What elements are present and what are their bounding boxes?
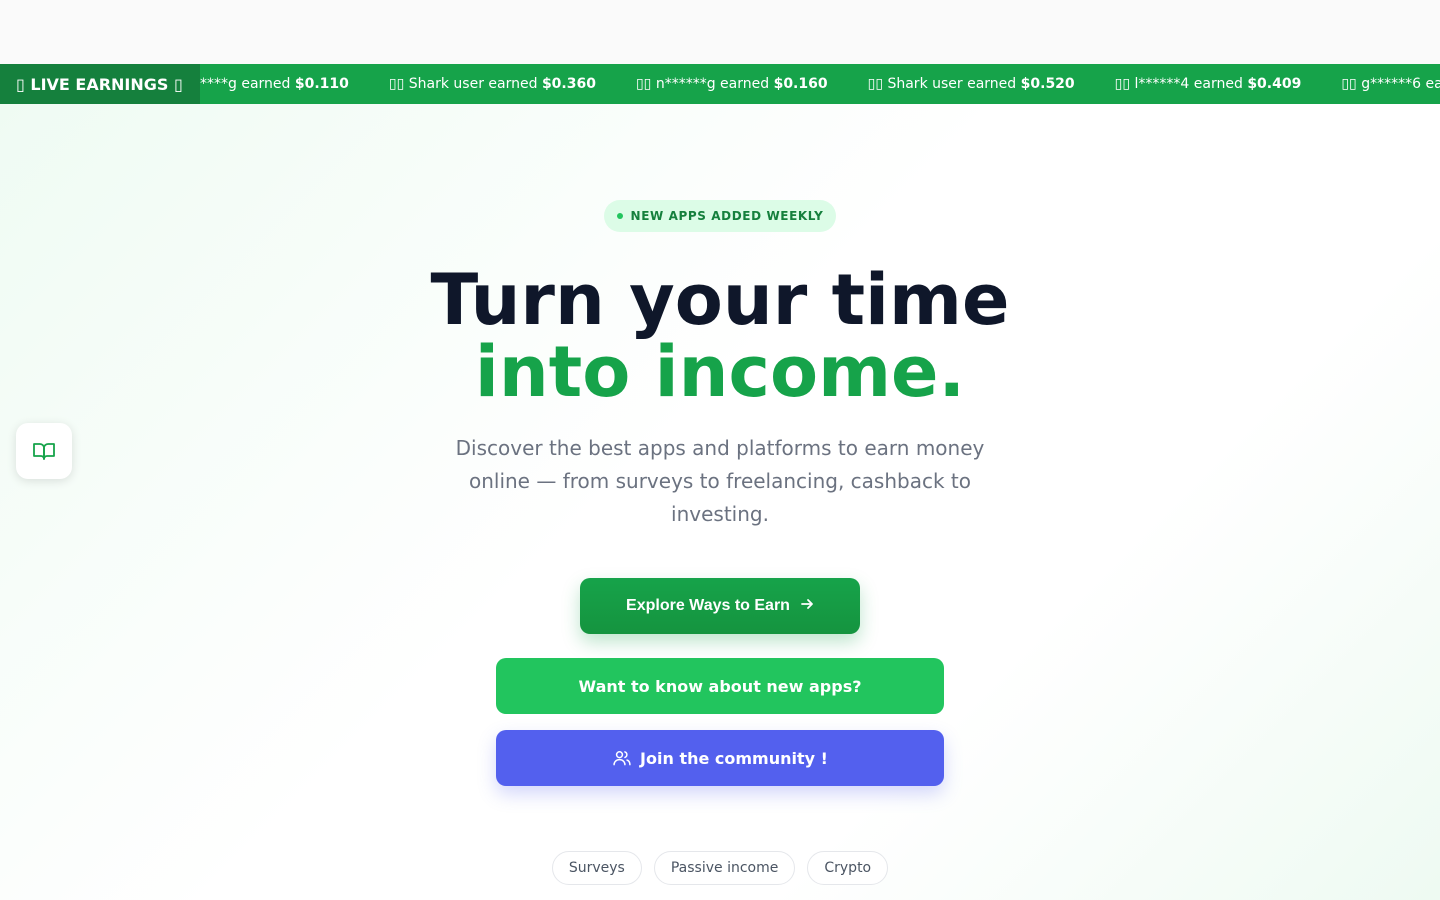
book-open-icon bbox=[33, 443, 55, 460]
live-earnings-ticker: ▯ LIVE EARNINGS ▯ ****g earned $0.110 ▯▯… bbox=[0, 64, 1440, 104]
new-apps-button[interactable]: Want to know about new apps? bbox=[496, 658, 944, 714]
hero-title-line2: into income. bbox=[474, 331, 966, 413]
ticker-item: ▯▯ n******g earned $0.160 bbox=[635, 76, 828, 92]
top-bar bbox=[0, 0, 1440, 64]
hero-section: NEW APPS ADDED WEEKLY Turn your time int… bbox=[0, 104, 1440, 900]
hero-title-line1: Turn your time bbox=[430, 259, 1010, 341]
status-dot-icon bbox=[616, 213, 623, 219]
arrow-right-icon bbox=[800, 597, 814, 616]
ticker-track: ****g earned $0.110 ▯▯ Shark user earned… bbox=[200, 64, 1440, 104]
community-button-label: Join the community ! bbox=[640, 748, 828, 768]
chip-crypto[interactable]: Crypto bbox=[807, 851, 889, 885]
category-chips: Surveys Passive income Crypto bbox=[0, 851, 1440, 885]
chip-surveys[interactable]: Surveys bbox=[551, 851, 642, 885]
users-icon bbox=[613, 751, 631, 766]
ticker-item: ▯▯ g******6 earned bbox=[1341, 76, 1440, 92]
ticker-label: ▯ LIVE EARNINGS ▯ bbox=[0, 64, 200, 104]
ticker-item: ▯▯ Shark user earned $0.360 bbox=[388, 76, 596, 92]
hero-subtitle: Discover the best apps and platforms to … bbox=[455, 436, 985, 526]
chip-passive-income[interactable]: Passive income bbox=[653, 851, 796, 885]
join-community-button[interactable]: Join the community ! bbox=[496, 730, 944, 786]
explore-button-label: Explore Ways to Earn bbox=[626, 597, 790, 614]
ticker-item: ▯▯ Shark user earned $0.520 bbox=[867, 76, 1075, 92]
ticker-item: ****g earned $0.110 bbox=[200, 76, 349, 92]
explore-ways-button[interactable]: Explore Ways to Earn bbox=[580, 578, 860, 634]
ticker-item: ▯▯ l******4 earned $0.409 bbox=[1114, 76, 1302, 92]
side-guide-button[interactable] bbox=[16, 423, 72, 479]
new-apps-badge: NEW APPS ADDED WEEKLY bbox=[604, 200, 836, 232]
